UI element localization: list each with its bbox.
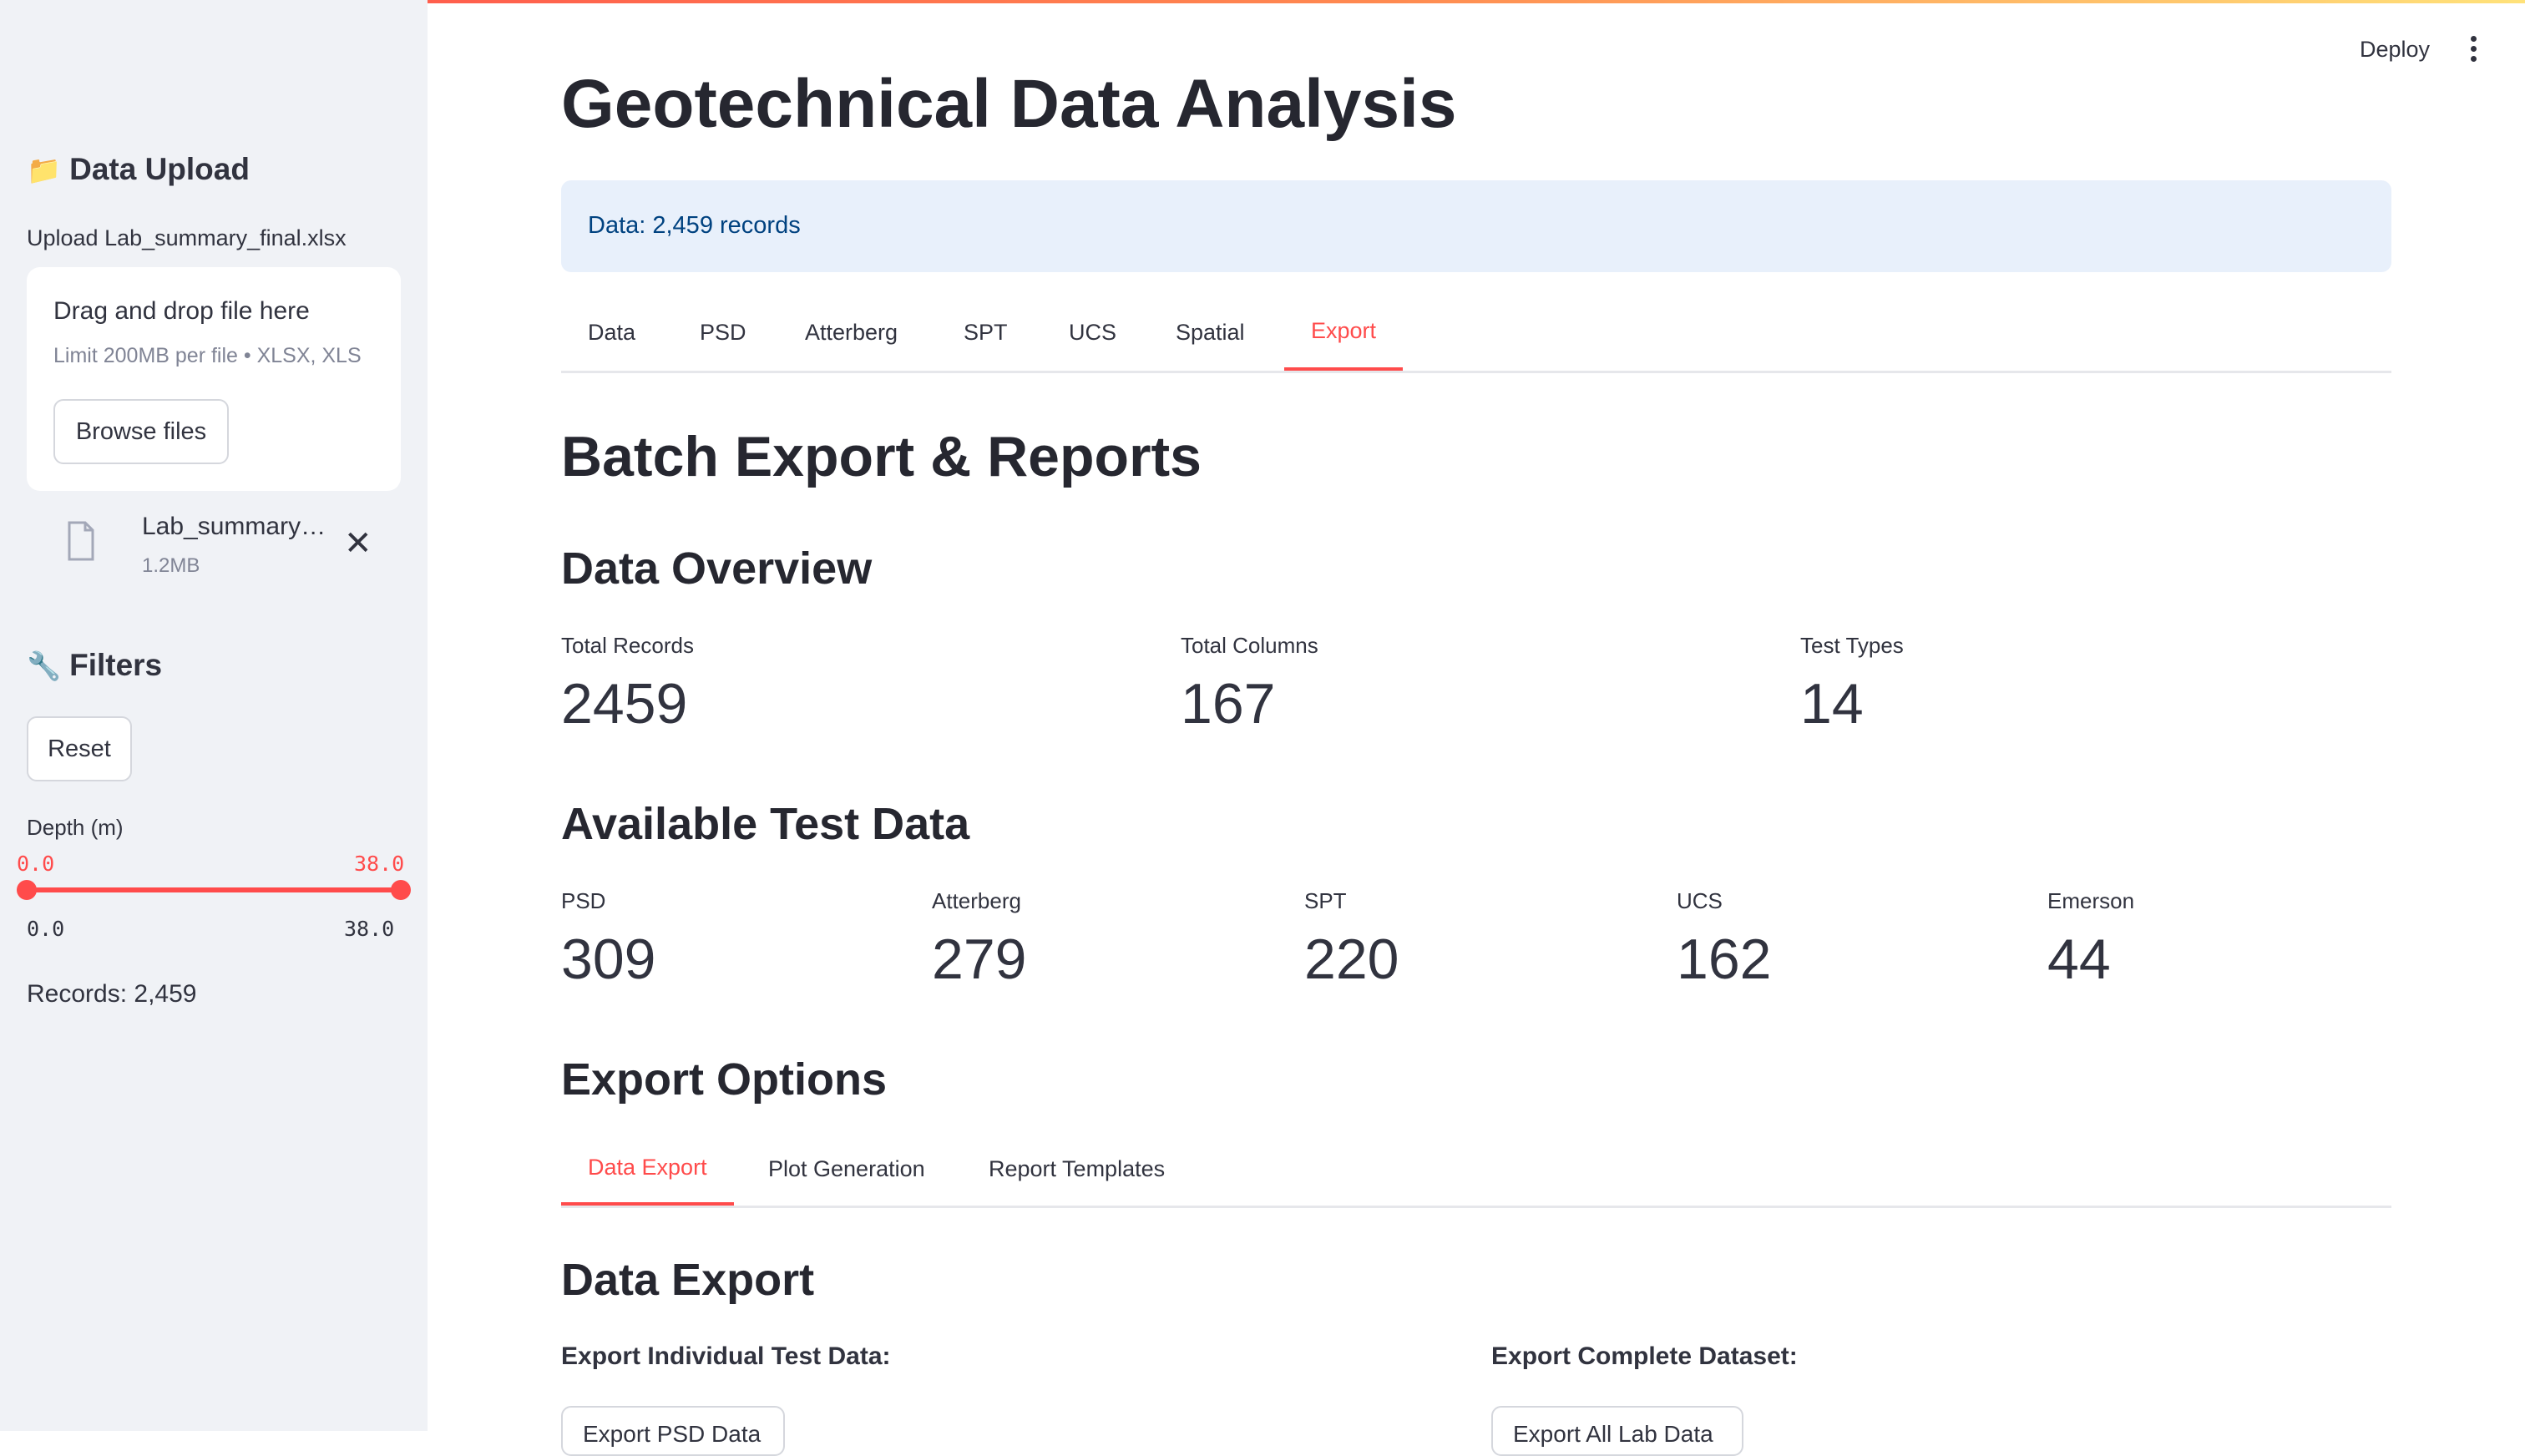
metric-label-ucs: UCS: [1677, 888, 1723, 913]
depth-slider-label: Depth (m): [27, 815, 124, 840]
folder-icon: 📁: [27, 154, 62, 185]
tab-spt[interactable]: SPT: [964, 294, 1008, 371]
records-count: Records: 2,459: [27, 980, 197, 1008]
filters-heading: 🔧 Filters: [27, 648, 162, 683]
dropzone-limit: Limit 200MB per file • XLSX, XLS: [53, 344, 362, 367]
slider-max: 38.0: [344, 917, 395, 941]
metric-label-atterberg: Atterberg: [932, 888, 1021, 913]
export-options-heading: Export Options: [561, 1054, 887, 1105]
tab-data[interactable]: Data: [588, 294, 635, 371]
export-individual-label: Export Individual Test Data:: [561, 1342, 891, 1370]
close-icon[interactable]: ✕: [344, 524, 372, 563]
file-name: Lab_summary…: [142, 513, 326, 540]
slider-low-value: 0.0: [17, 852, 55, 876]
tab-export[interactable]: Export: [1284, 294, 1404, 371]
info-text: Data: 2,459 records: [588, 212, 801, 239]
upload-heading: 📁 Data Upload: [27, 152, 250, 187]
tab-plot-generation[interactable]: Plot Generation: [768, 1132, 925, 1206]
metric-label-psd: PSD: [561, 888, 606, 913]
metric-value-atterberg: 279: [932, 928, 1027, 991]
tab-psd[interactable]: PSD: [700, 294, 746, 371]
export-complete-button[interactable]: Export All Lab Data: [1491, 1406, 1743, 1456]
metric-label-spt: SPT: [1304, 888, 1347, 913]
file-icon: [68, 521, 94, 561]
slider-min: 0.0: [27, 917, 65, 941]
metric-label-total-columns: Total Columns: [1181, 633, 1318, 658]
metric-value-ucs: 162: [1677, 928, 1772, 991]
main-tabs: Data PSD Atterberg SPT UCS Spatial Expor…: [561, 294, 2391, 373]
file-size: 1.2MB: [142, 554, 200, 577]
metric-value-test-types: 14: [1800, 672, 1864, 736]
slider-high-value: 38.0: [354, 852, 405, 876]
tab-spatial[interactable]: Spatial: [1176, 294, 1245, 371]
metric-value-emerson: 44: [2047, 928, 2111, 991]
metric-label-total-records: Total Records: [561, 633, 694, 658]
slider-high-handle[interactable]: [391, 880, 411, 900]
dropzone-title: Drag and drop file here: [53, 297, 310, 325]
wrench-icon: 🔧: [27, 650, 62, 681]
upload-heading-text: Data Upload: [69, 152, 250, 186]
metric-label-test-types: Test Types: [1800, 633, 1904, 658]
reset-button[interactable]: Reset: [27, 716, 132, 781]
sidebar: 📁 Data Upload Upload Lab_summary_final.xl…: [0, 0, 428, 1431]
browse-files-button[interactable]: Browse files: [53, 399, 229, 464]
file-dropzone[interactable]: Drag and drop file here Limit 200MB per …: [27, 267, 401, 491]
metric-label-emerson: Emerson: [2047, 888, 2135, 913]
tab-atterberg[interactable]: Atterberg: [805, 294, 898, 371]
data-export-heading: Data Export: [561, 1255, 815, 1305]
export-options-tabs: Data Export Plot Generation Report Templ…: [561, 1132, 2391, 1208]
upload-label: Upload Lab_summary_final.xlsx: [27, 225, 347, 250]
metric-value-total-columns: 167: [1181, 672, 1276, 736]
export-individual-button[interactable]: Export PSD Data: [561, 1406, 785, 1456]
info-banner: Data: 2,459 records: [561, 180, 2391, 272]
slider-low-handle[interactable]: [17, 880, 37, 900]
kebab-menu-icon[interactable]: [2463, 33, 2483, 67]
page-title: Geotechnical Data Analysis: [561, 66, 1457, 142]
export-complete-label: Export Complete Dataset:: [1491, 1342, 1798, 1370]
data-overview-heading: Data Overview: [561, 543, 873, 594]
deploy-button[interactable]: Deploy: [2360, 37, 2430, 63]
tab-ucs[interactable]: UCS: [1069, 294, 1116, 371]
filters-heading-text: Filters: [69, 648, 163, 682]
tab-report-templates[interactable]: Report Templates: [989, 1132, 1165, 1206]
metric-value-spt: 220: [1304, 928, 1399, 991]
section-title: Batch Export & Reports: [561, 425, 1202, 488]
tab-data-export[interactable]: Data Export: [561, 1132, 734, 1206]
uploaded-file: Lab_summary… 1.2MB ✕: [27, 509, 401, 577]
depth-slider-track[interactable]: [27, 887, 401, 892]
available-test-data-heading: Available Test Data: [561, 799, 970, 849]
metric-value-psd: 309: [561, 928, 656, 991]
metric-value-total-records: 2459: [561, 672, 688, 736]
